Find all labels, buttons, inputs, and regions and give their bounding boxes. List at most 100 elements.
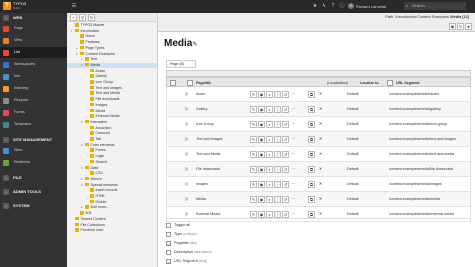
hide-icon[interactable]: ◐	[266, 106, 273, 113]
more-icon[interactable]: ⋯	[290, 121, 297, 128]
tree-node[interactable]: Images	[67, 102, 157, 108]
tree-node[interactable]: Audio	[67, 68, 157, 74]
hide-icon[interactable]: ◐	[266, 211, 273, 218]
field-option[interactable]: Description (description)	[166, 248, 212, 257]
toggle-all-checkbox[interactable]	[166, 223, 171, 228]
tree-node[interactable]: Gallery	[67, 74, 157, 79]
edit-icon[interactable]: ✎	[250, 136, 257, 143]
view-icon[interactable]: ◉	[258, 181, 265, 188]
tree-node[interactable]: Icon Group	[67, 80, 157, 85]
tree-node[interactable]: Accordion	[67, 125, 157, 131]
module-workspaces[interactable]: Workspaces	[0, 59, 67, 70]
info-icon[interactable]: ⓘ	[274, 106, 281, 113]
copy-icon[interactable]: ⧉	[308, 196, 315, 203]
field-checkbox[interactable]	[166, 250, 171, 255]
edit-icon[interactable]: ✎	[250, 166, 257, 173]
tree-node[interactable]: Carousel	[67, 131, 157, 136]
delete-icon[interactable]: ✕	[317, 106, 324, 113]
tree-node[interactable]: Login	[67, 154, 157, 159]
hide-icon[interactable]: ◐	[266, 91, 273, 98]
tree-node[interactable]: Forms	[67, 148, 157, 153]
view-icon[interactable]: ◉	[258, 121, 265, 128]
field-option[interactable]: URL Segment (slug)	[166, 257, 207, 267]
row-title[interactable]: Images	[196, 177, 208, 192]
tree-node[interactable]: 404	[67, 211, 157, 216]
edit-icon[interactable]: ✎	[250, 121, 257, 128]
module-templates[interactable]: Templates	[0, 119, 67, 130]
tree-node[interactable]: Tab	[67, 137, 157, 142]
tree-node[interactable]: Features	[67, 40, 157, 45]
tree-node[interactable]: TYPO3 Master	[67, 23, 157, 28]
view-icon[interactable]: ◉	[258, 91, 265, 98]
hide-icon[interactable]: ◐	[266, 136, 273, 143]
module-group-system[interactable]: ▪ SYSTEM	[0, 202, 67, 210]
field-checkbox[interactable]	[166, 258, 171, 267]
info-icon[interactable]: ⓘ	[274, 151, 281, 158]
view-icon[interactable]: ◉	[258, 196, 265, 203]
tree-node[interactable]: ▸ Page Types	[67, 45, 157, 51]
tree-node[interactable]: Search	[67, 159, 157, 165]
delete-icon[interactable]: ✕	[317, 91, 324, 98]
delete-icon[interactable]: ✕	[317, 151, 324, 158]
view-icon[interactable]: ◉	[258, 151, 265, 158]
tree-node[interactable]: ▸ Menu's	[67, 176, 157, 182]
copy-icon[interactable]: ⧉	[308, 211, 315, 218]
tree-node[interactable]: ▸ And more...	[67, 205, 157, 210]
delete-icon[interactable]: ✕	[317, 181, 324, 188]
tree-node[interactable]: Divider	[67, 199, 157, 205]
typo3-logo[interactable]: T	[3, 2, 11, 10]
more-icon[interactable]: ⋯	[290, 196, 297, 203]
refresh-icon[interactable]: ↻	[88, 14, 95, 21]
row-title[interactable]: Media	[196, 192, 206, 207]
more-icon[interactable]: ⋯	[290, 181, 297, 188]
slug-menu-icon[interactable]	[387, 80, 393, 86]
delete-icon[interactable]: ✕	[317, 121, 324, 128]
pages-section-button[interactable]: Page (8)	[166, 60, 196, 68]
menu-toggle-icon[interactable]: ☰	[71, 3, 77, 9]
tree-node[interactable]: ▾ Content Examples	[67, 51, 157, 57]
module-indexing[interactable]: Indexing	[0, 83, 67, 94]
module-group-admin-tools[interactable]: ▪ ADMIN TOOLS	[0, 188, 67, 196]
more-icon[interactable]: ⋯	[290, 136, 297, 143]
row-title[interactable]: Text and Images	[196, 132, 222, 147]
delete-icon[interactable]: ✕	[317, 136, 324, 143]
view-icon[interactable]: ◉	[258, 166, 265, 173]
history-icon[interactable]: ↺	[282, 121, 289, 128]
tree-node[interactable]: ▾ Media	[67, 62, 157, 69]
info-icon[interactable]: ⓘ	[339, 3, 345, 9]
row-title[interactable]: Icon Group	[196, 117, 214, 132]
history-icon[interactable]: ↺	[282, 211, 289, 218]
view-icon[interactable]: ◉	[258, 136, 265, 143]
field-checkbox[interactable]	[166, 240, 171, 249]
refresh-icon[interactable]: ↻	[457, 23, 464, 30]
flash-icon[interactable]: ϟ	[321, 3, 327, 9]
more-icon[interactable]: ⋯	[290, 91, 297, 98]
module-group-site-management[interactable]: ▪ SITE MANAGEMENT	[0, 136, 67, 144]
edit-icon[interactable]: ✎	[250, 181, 257, 188]
view-icon[interactable]: ◉	[258, 106, 265, 113]
module-forms[interactable]: Forms	[0, 107, 67, 118]
info-icon[interactable]: ⓘ	[274, 136, 281, 143]
history-icon[interactable]: ↺	[282, 136, 289, 143]
edit-icon[interactable]: ✎	[250, 211, 257, 218]
tree-node[interactable]: File Collections	[67, 222, 157, 228]
tree-node[interactable]: Text and Images	[67, 85, 157, 91]
edit-icon[interactable]: ✎	[250, 196, 257, 203]
tree-node[interactable]: ▸ Text	[67, 57, 157, 62]
info-icon[interactable]: ⓘ	[274, 121, 281, 128]
row-title[interactable]: File downloads	[196, 162, 220, 177]
tree-node[interactable]: CSV	[67, 171, 157, 176]
tree-node[interactable]: HTML	[67, 194, 157, 199]
tree-node[interactable]: File downloads	[67, 97, 157, 102]
module-redirects[interactable]: Redirects	[0, 157, 67, 168]
copy-icon[interactable]: ⧉	[308, 151, 315, 158]
help-icon[interactable]: ?	[330, 3, 336, 9]
row-title[interactable]: Gallery	[196, 102, 207, 117]
history-icon[interactable]: ↺	[282, 181, 289, 188]
history-icon[interactable]: ↺	[282, 196, 289, 203]
info-icon[interactable]: ⓘ	[274, 196, 281, 203]
delete-icon[interactable]: ✕	[317, 196, 324, 203]
tree-node[interactable]: ▾ Data	[67, 165, 157, 171]
tree-node[interactable]: ▾ Special elements	[67, 182, 157, 188]
row-title[interactable]: Text and Media	[196, 147, 220, 162]
